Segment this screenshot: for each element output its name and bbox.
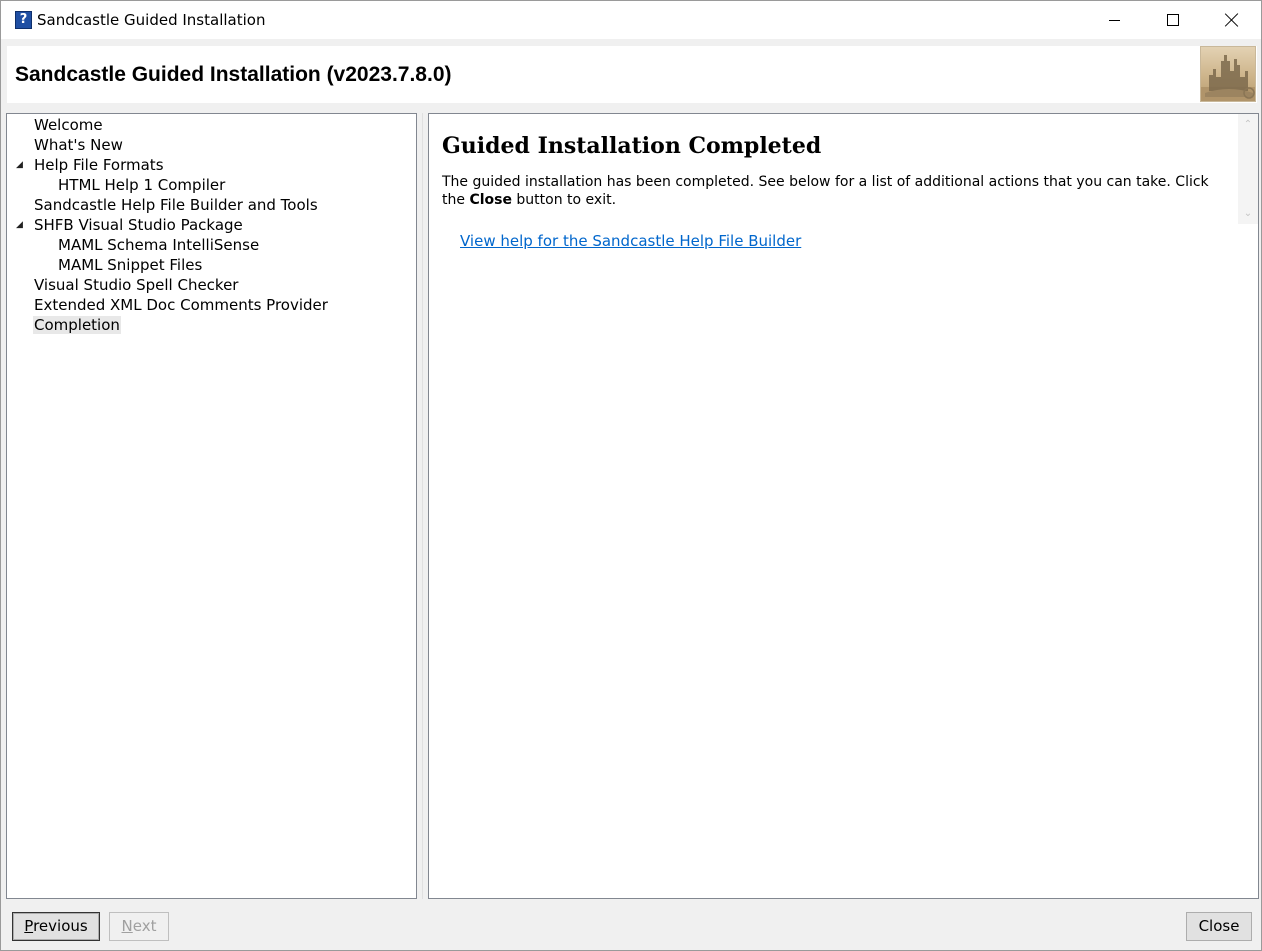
previous-accel: P — [24, 917, 34, 935]
title-bar[interactable]: ? Sandcastle Guided Installation — [1, 1, 1261, 39]
tree-item-label: Welcome — [34, 116, 103, 134]
next-button[interactable]: Next — [109, 912, 169, 941]
close-window-button[interactable] — [1203, 1, 1261, 39]
content-panel: Guided Installation Completed The guided… — [428, 113, 1259, 899]
tree-item[interactable]: MAML Snippet Files — [57, 255, 203, 275]
message-text-end: button to exit. — [511, 192, 617, 208]
tree-item[interactable]: What's New — [33, 135, 124, 155]
tree-item[interactable]: Sandcastle Help File Builder and Tools — [33, 195, 319, 215]
tree-item[interactable]: ◢ SHFB Visual Studio Package — [16, 215, 244, 235]
panel-splitter[interactable] — [420, 113, 426, 899]
minimize-icon — [1109, 20, 1120, 21]
close-icon — [1225, 13, 1239, 27]
next-accel: N — [121, 917, 133, 935]
next-label: ext — [132, 917, 157, 935]
installer-window: ? Sandcastle Guided Installation Sandcas… — [0, 0, 1262, 951]
tree-item[interactable]: MAML Schema IntelliSense — [57, 235, 260, 255]
tree-item[interactable]: ◢ Help File Formats — [16, 155, 165, 175]
tree-item-label: Extended XML Doc Comments Provider — [34, 296, 328, 314]
chevron-down-icon[interactable]: ⌄ — [1243, 209, 1253, 219]
tree-item-label: Help File Formats — [34, 156, 164, 174]
tree-item-label: Completion — [33, 316, 121, 334]
maximize-button[interactable] — [1144, 1, 1202, 39]
tree-item[interactable]: Welcome — [33, 115, 104, 135]
navigation-tree[interactable]: Welcome What's New ◢ Help File Formats HTML … — [6, 113, 417, 899]
header-banner: Sandcastle Guided Installation (v2023.7.… — [7, 46, 1257, 103]
completion-message: The guided installation has been complet… — [442, 173, 1222, 209]
close-button[interactable]: Close — [1186, 912, 1252, 941]
minimize-button[interactable] — [1085, 1, 1143, 39]
tree-item-label: What's New — [34, 136, 123, 154]
tree-item[interactable]: Extended XML Doc Comments Provider — [33, 295, 329, 315]
previous-label: revious — [33, 917, 88, 935]
previous-button[interactable]: Previous — [12, 912, 100, 941]
window-title: Sandcastle Guided Installation — [37, 11, 266, 29]
sandcastle-logo-icon — [1200, 46, 1256, 102]
tree-item-label: MAML Schema IntelliSense — [58, 236, 260, 254]
tree-item[interactable]: HTML Help 1 Compiler — [57, 175, 226, 195]
maximize-icon — [1167, 14, 1179, 26]
tree-item[interactable]: Completion — [33, 315, 121, 335]
tree-item-label: Visual Studio Spell Checker — [34, 276, 239, 294]
tree-item-label: MAML Snippet Files — [58, 256, 203, 274]
tree-expander-icon[interactable]: ◢ — [16, 155, 23, 175]
help-app-icon: ? — [15, 11, 32, 29]
tree-item-label: Sandcastle Help File Builder and Tools — [34, 196, 318, 214]
content-title: Guided Installation Completed — [442, 133, 822, 159]
message-close-emphasis: Close — [469, 192, 512, 208]
tree-item[interactable]: Visual Studio Spell Checker — [33, 275, 239, 295]
chevron-up-icon[interactable]: ⌃ — [1243, 120, 1253, 130]
tree-item-label: HTML Help 1 Compiler — [58, 176, 226, 194]
tree-expander-icon[interactable]: ◢ — [16, 215, 23, 235]
tree-item-label: SHFB Visual Studio Package — [34, 216, 243, 234]
view-help-link[interactable]: View help for the Sandcastle Help File B… — [460, 231, 801, 251]
content-scrollbar[interactable]: ⌃ ⌄ — [1238, 114, 1258, 224]
page-title: Sandcastle Guided Installation (v2023.7.… — [15, 63, 452, 86]
